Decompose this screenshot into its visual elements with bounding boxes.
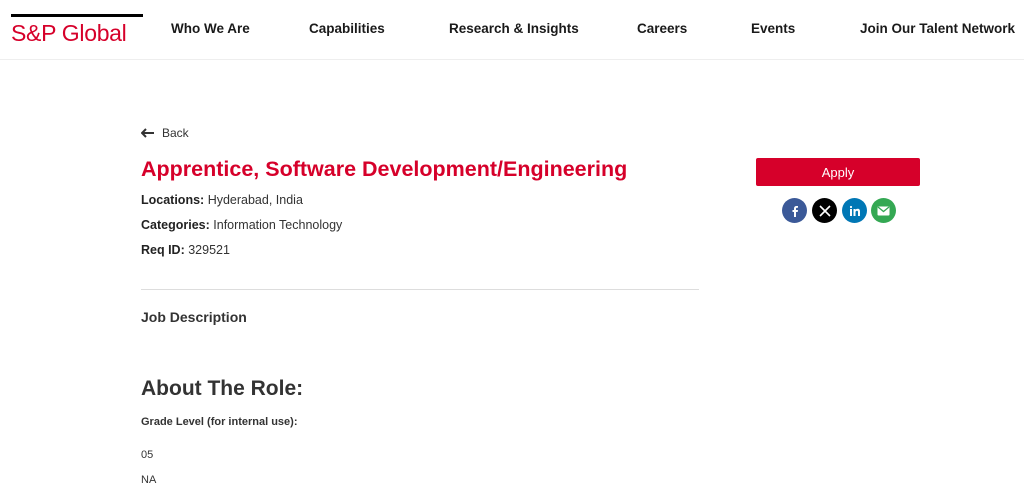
linkedin-icon	[849, 205, 860, 216]
grade-level-label: Grade Level (for internal use):	[141, 416, 298, 428]
grade-level-value: 05	[141, 449, 154, 461]
share-x-button[interactable]	[812, 198, 837, 223]
email-icon	[877, 205, 890, 215]
job-description-heading: Job Description	[141, 309, 247, 325]
na-value: NA	[141, 474, 157, 486]
req-id-value: 329521	[188, 243, 230, 257]
nav-capabilities[interactable]: Capabilities	[309, 21, 385, 36]
site-header: S&P Global Who We Are Capabilities Resea…	[0, 0, 1024, 60]
apply-button[interactable]: Apply	[756, 158, 920, 186]
facebook-icon	[792, 205, 798, 217]
back-link[interactable]: Back	[141, 125, 189, 141]
about-role-heading: About The Role:	[141, 377, 304, 400]
job-title: Apprentice, Software Development/Enginee…	[141, 157, 628, 181]
main-nav: Who We Are Capabilities Research & Insig…	[0, 0, 1024, 60]
locations-label: Locations:	[141, 193, 205, 207]
req-id-label: Req ID:	[141, 243, 185, 257]
categories-row: Categories: Information Technology	[141, 218, 342, 232]
back-label: Back	[162, 126, 189, 140]
nav-careers[interactable]: Careers	[637, 21, 687, 36]
nav-research-insights[interactable]: Research & Insights	[449, 21, 579, 36]
share-facebook-button[interactable]	[782, 198, 807, 223]
categories-label: Categories:	[141, 218, 210, 232]
arrow-left-icon	[141, 128, 154, 138]
nav-who-we-are[interactable]: Who We Are	[171, 21, 250, 36]
categories-value: Information Technology	[213, 218, 343, 232]
x-icon	[818, 204, 831, 217]
req-id-row: Req ID: 329521	[141, 243, 230, 257]
share-email-button[interactable]	[871, 198, 896, 223]
share-linkedin-button[interactable]	[842, 198, 867, 223]
section-divider	[141, 289, 699, 290]
locations-row: Locations: Hyderabad, India	[141, 193, 303, 207]
nav-join-talent-network[interactable]: Join Our Talent Network	[860, 21, 1015, 36]
locations-value: Hyderabad, India	[207, 193, 303, 207]
nav-events[interactable]: Events	[751, 21, 795, 36]
